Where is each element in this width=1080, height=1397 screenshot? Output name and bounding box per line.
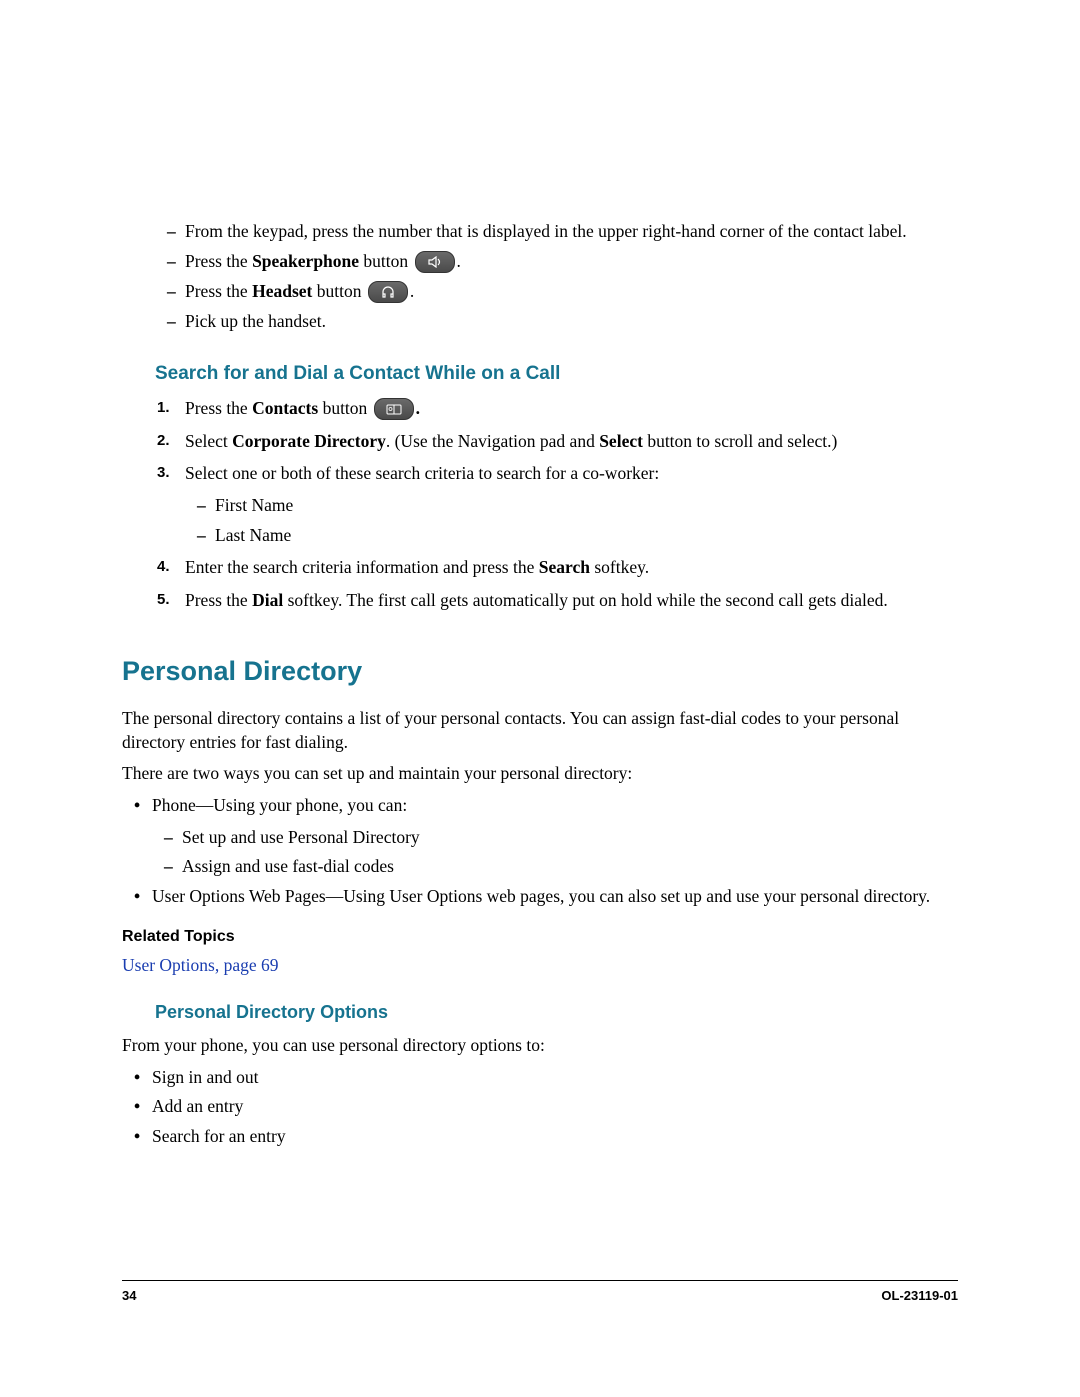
bold-text: Headset: [252, 281, 312, 301]
list-item: Set up and use Personal Directory: [182, 826, 958, 850]
step: Select one or both of these search crite…: [185, 462, 958, 547]
bullet-list: Sign in and out Add an entry Search for …: [122, 1066, 958, 1149]
text: softkey.: [590, 557, 649, 577]
list-item: First Name: [215, 494, 958, 518]
list-item: Press the Headset button .: [185, 280, 958, 304]
text: .: [410, 281, 414, 301]
document-page: From the keypad, press the number that i…: [0, 0, 1080, 1397]
text: button: [359, 251, 412, 271]
step: Press the Contacts button .: [185, 397, 958, 421]
text: Press the: [185, 590, 252, 610]
text: Select: [185, 431, 232, 451]
related-topics-heading: Related Topics: [122, 926, 958, 948]
paragraph: From your phone, you can use personal di…: [122, 1034, 958, 1058]
text: Select one or both of these search crite…: [185, 463, 659, 483]
related-link-row: User Options, page 69: [122, 954, 958, 978]
text: Pick up the handset.: [185, 311, 326, 331]
page-footer: 34 OL-23119-01: [122, 1280, 958, 1305]
list-item: From the keypad, press the number that i…: [185, 220, 958, 244]
text: User Options Web Pages—Using User Option…: [152, 886, 930, 906]
paragraph: There are two ways you can set up and ma…: [122, 762, 958, 786]
text: Set up and use Personal Directory: [182, 827, 420, 847]
cross-reference-link[interactable]: User Options, page 69: [122, 955, 279, 975]
list-item: Press the Speakerphone button .: [185, 250, 958, 274]
text: Last Name: [215, 525, 291, 545]
paragraph: The personal directory contains a list o…: [122, 707, 958, 754]
bold-text: Speakerphone: [252, 251, 359, 271]
step: Select Corporate Directory. (Use the Nav…: [185, 430, 958, 454]
text: Enter the search criteria information an…: [185, 557, 539, 577]
text: Press the: [185, 281, 252, 301]
text: button: [318, 398, 371, 418]
speakerphone-icon: [415, 251, 455, 273]
list-item: Pick up the handset.: [185, 310, 958, 334]
sub-list: Set up and use Personal Directory Assign…: [152, 826, 958, 879]
document-id: OL-23119-01: [881, 1287, 958, 1305]
bullet-list: Phone—Using your phone, you can: Set up …: [122, 794, 958, 909]
text: Phone—Using your phone, you can:: [152, 795, 407, 815]
text: softkey. The first call gets automatical…: [283, 590, 888, 610]
bold-text: .: [416, 398, 420, 418]
text: Add an entry: [152, 1096, 243, 1116]
text: Press the: [185, 251, 252, 271]
sub-list: First Name Last Name: [185, 494, 958, 547]
intro-dash-list: From the keypad, press the number that i…: [155, 220, 958, 333]
bold-text: Dial: [252, 590, 283, 610]
text: Assign and use fast-dial codes: [182, 856, 394, 876]
text: First Name: [215, 495, 293, 515]
subsection-heading: Personal Directory Options: [155, 1000, 958, 1024]
step: Press the Dial softkey. The first call g…: [185, 589, 958, 613]
bold-text: Corporate Directory: [232, 431, 386, 451]
text: button to scroll and select.): [643, 431, 837, 451]
content-area: From the keypad, press the number that i…: [155, 220, 958, 1148]
list-item: Last Name: [215, 524, 958, 548]
list-item: User Options Web Pages—Using User Option…: [152, 885, 958, 909]
list-item: Search for an entry: [152, 1125, 958, 1149]
step: Enter the search criteria information an…: [185, 556, 958, 580]
list-item: Sign in and out: [152, 1066, 958, 1090]
text: Press the: [185, 398, 252, 418]
contacts-icon: [374, 398, 414, 420]
procedure-list: Press the Contacts button . Select Corpo…: [155, 397, 958, 613]
bold-text: Contacts: [252, 398, 318, 418]
text: From the keypad, press the number that i…: [185, 221, 907, 241]
text: . (Use the Navigation pad and: [386, 431, 599, 451]
list-item: Assign and use fast-dial codes: [182, 855, 958, 879]
section-heading: Search for and Dial a Contact While on a…: [155, 361, 958, 387]
text: button: [312, 281, 365, 301]
main-heading: Personal Directory: [122, 653, 958, 689]
text: Sign in and out: [152, 1067, 258, 1087]
headset-icon: [368, 281, 408, 303]
page-number: 34: [122, 1287, 136, 1305]
bold-text: Select: [599, 431, 643, 451]
list-item: Phone—Using your phone, you can: Set up …: [152, 794, 958, 879]
list-item: Add an entry: [152, 1095, 958, 1119]
text: .: [457, 251, 461, 271]
bold-text: Search: [539, 557, 590, 577]
text: Search for an entry: [152, 1126, 286, 1146]
